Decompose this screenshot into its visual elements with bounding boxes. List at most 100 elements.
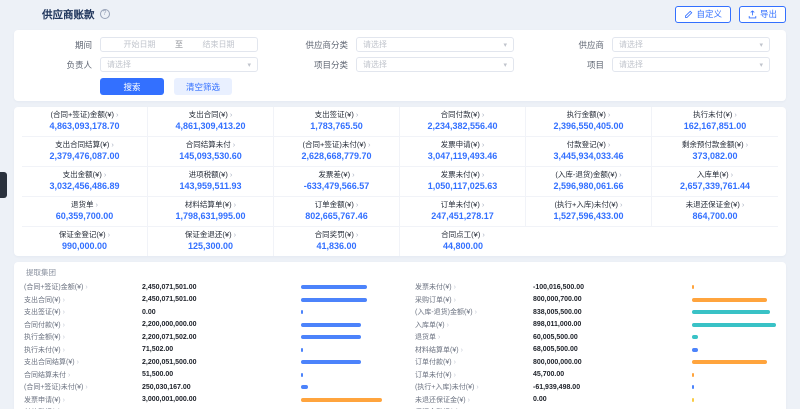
stat-value[interactable]: 2,379,476,087.00 bbox=[25, 151, 144, 162]
metric-row: 采购订单(¥)›800,000,700.00 bbox=[415, 294, 776, 307]
select-project-category[interactable]: 请选择▾ bbox=[356, 57, 514, 72]
metric-row: (执行+入库)未付(¥)›-61,939,498.00 bbox=[415, 381, 776, 394]
chevron-right-icon: › bbox=[85, 384, 87, 391]
stat-value[interactable]: 1,783,765.50 bbox=[277, 121, 396, 132]
chevron-right-icon: › bbox=[108, 230, 111, 239]
stat-value[interactable]: 143,959,511.93 bbox=[151, 181, 270, 192]
metric-bar-track bbox=[301, 360, 385, 364]
stat-value[interactable]: 2,234,382,556.40 bbox=[403, 121, 522, 132]
stat-value[interactable]: 3,445,934,033.46 bbox=[529, 151, 648, 162]
metric-label[interactable]: 支出合同(¥)› bbox=[24, 295, 142, 305]
edit-icon bbox=[684, 10, 693, 19]
chevron-down-icon: ▾ bbox=[759, 61, 763, 69]
stat-card-16: (入库-退货)金额(¥)›2,596,980,061.66 bbox=[526, 167, 652, 197]
metric-label[interactable]: 合同结算未付› bbox=[24, 370, 142, 380]
metric-label[interactable]: 材料结算单(¥)› bbox=[415, 345, 533, 355]
metric-label[interactable]: 合同付款(¥)› bbox=[24, 320, 142, 330]
metric-label[interactable]: 采购订单(¥)› bbox=[415, 295, 533, 305]
metric-label[interactable]: (入库-退货)金额(¥)› bbox=[415, 307, 533, 317]
metric-bar bbox=[301, 398, 382, 402]
filter-field-supplier: 供应商请选择▾ bbox=[542, 37, 770, 52]
stat-value[interactable]: 2,657,339,761.44 bbox=[655, 181, 775, 192]
stat-value[interactable]: 4,863,093,178.70 bbox=[25, 121, 144, 132]
stat-value[interactable]: 3,032,456,486.89 bbox=[25, 181, 144, 192]
metric-label[interactable]: 发票未付(¥)› bbox=[415, 282, 533, 292]
stat-value[interactable]: 990,000.00 bbox=[25, 241, 144, 252]
stat-value[interactable]: 145,093,530.60 bbox=[151, 151, 270, 162]
select-supplier[interactable]: 请选择▾ bbox=[612, 37, 770, 52]
stat-label: 合同点工(¥)› bbox=[403, 230, 523, 239]
export-button[interactable]: 导出 bbox=[739, 6, 786, 23]
stat-value[interactable]: 2,396,550,405.00 bbox=[529, 121, 648, 132]
stat-value[interactable]: 4,861,309,413.20 bbox=[151, 121, 270, 132]
stat-value[interactable]: 247,451,278.17 bbox=[403, 211, 522, 222]
stat-label: 发票差(¥)› bbox=[277, 170, 396, 179]
stat-value[interactable]: -633,479,566.57 bbox=[277, 181, 396, 192]
stat-card-18: 退货单›60,359,700.00 bbox=[22, 197, 148, 227]
help-icon[interactable]: ? bbox=[100, 9, 110, 19]
stat-value[interactable]: 60,359,700.00 bbox=[25, 211, 144, 222]
stat-value[interactable]: 44,800.00 bbox=[403, 241, 523, 252]
search-button[interactable]: 搜索 bbox=[100, 78, 164, 95]
stat-value[interactable]: 3,047,119,493.46 bbox=[403, 151, 522, 162]
filter-field-supplier-category: 供应商分类请选择▾ bbox=[286, 37, 514, 52]
metric-value: -61,939,498.00 bbox=[533, 384, 692, 391]
metric-label[interactable]: 支出合同结算(¥)› bbox=[24, 357, 142, 367]
chevron-right-icon: › bbox=[734, 110, 737, 119]
clear-filters-button[interactable]: 清空筛选 bbox=[174, 78, 232, 95]
stat-value[interactable]: 1,798,631,995.00 bbox=[151, 211, 270, 222]
stat-label: 付款登记(¥)› bbox=[529, 140, 648, 149]
stat-label: 订单金额(¥)› bbox=[277, 200, 396, 209]
date-range-separator: 至 bbox=[172, 39, 186, 50]
select-supplier-category[interactable]: 请选择▾ bbox=[356, 37, 514, 52]
stat-label: (合同+签证)未付(¥)› bbox=[277, 140, 396, 149]
stat-value[interactable]: 1,050,117,025.63 bbox=[403, 181, 522, 192]
stat-value[interactable]: 2,596,980,061.66 bbox=[529, 181, 648, 192]
metric-label[interactable]: (合同+签证)金额(¥)› bbox=[24, 282, 142, 292]
metric-label[interactable]: 订单未付(¥)› bbox=[415, 370, 533, 380]
metric-label[interactable]: 订单付款(¥)› bbox=[415, 357, 533, 367]
metric-label[interactable]: 发票申请(¥)› bbox=[24, 395, 142, 405]
metric-bar-track bbox=[301, 348, 385, 352]
drawer-handle[interactable] bbox=[0, 172, 7, 198]
stat-value[interactable]: 41,836.00 bbox=[277, 241, 396, 252]
chevron-right-icon: › bbox=[230, 170, 233, 179]
top-header: 供应商账款 ? 自定义 导出 bbox=[0, 0, 800, 28]
select-placeholder: 请选择 bbox=[107, 59, 131, 70]
date-range-input-period[interactable]: 开始日期至结束日期 bbox=[100, 37, 258, 52]
chevron-right-icon: › bbox=[77, 359, 79, 366]
stat-value[interactable]: 373,082.00 bbox=[655, 151, 775, 162]
chevron-right-icon: › bbox=[454, 284, 456, 291]
chevron-right-icon: › bbox=[454, 372, 456, 379]
metric-value: 68,005,500.00 bbox=[533, 346, 692, 353]
metric-value: 2,450,071,501.00 bbox=[142, 296, 301, 303]
stat-label: 合同结算未付› bbox=[151, 140, 270, 149]
metric-label[interactable]: 支出签证(¥)› bbox=[24, 307, 142, 317]
metric-bar-track bbox=[301, 385, 385, 389]
title-wrap: 供应商账款 ? bbox=[42, 7, 110, 22]
metric-label[interactable]: (合同+签证)未付(¥)› bbox=[24, 382, 142, 392]
stat-label: 发票未付(¥)› bbox=[403, 170, 522, 179]
stat-value[interactable]: 1,527,596,433.00 bbox=[529, 211, 648, 222]
export-icon bbox=[748, 10, 757, 19]
stat-value[interactable]: 125,300.00 bbox=[151, 241, 270, 252]
stat-label: 入库单(¥)› bbox=[655, 170, 775, 179]
metric-bar bbox=[692, 285, 694, 289]
select-project[interactable]: 请选择▾ bbox=[612, 57, 770, 72]
chevron-right-icon: › bbox=[63, 297, 65, 304]
topbar-actions: 自定义 导出 bbox=[675, 6, 786, 23]
metric-label[interactable]: 执行金额(¥)› bbox=[24, 332, 142, 342]
metric-label[interactable]: (执行+入库)未付(¥)› bbox=[415, 382, 533, 392]
metric-label[interactable]: 退货单› bbox=[415, 332, 533, 342]
metric-label[interactable]: 执行未付(¥)› bbox=[24, 345, 142, 355]
metric-label[interactable]: 未退还保证金(¥)› bbox=[415, 395, 533, 405]
customize-button[interactable]: 自定义 bbox=[675, 6, 731, 23]
metric-value: 838,005,500.00 bbox=[533, 309, 692, 316]
select-owner[interactable]: 请选择▾ bbox=[100, 57, 258, 72]
stat-value[interactable]: 864,700.00 bbox=[655, 211, 775, 222]
stat-value[interactable]: 162,167,851.00 bbox=[655, 121, 775, 132]
stat-value[interactable]: 2,628,668,779.70 bbox=[277, 151, 396, 162]
metric-label[interactable]: 入库单(¥)› bbox=[415, 320, 533, 330]
stat-value[interactable]: 802,665,767.46 bbox=[277, 211, 396, 222]
stat-label: 未退还保证金(¥)› bbox=[655, 200, 775, 209]
